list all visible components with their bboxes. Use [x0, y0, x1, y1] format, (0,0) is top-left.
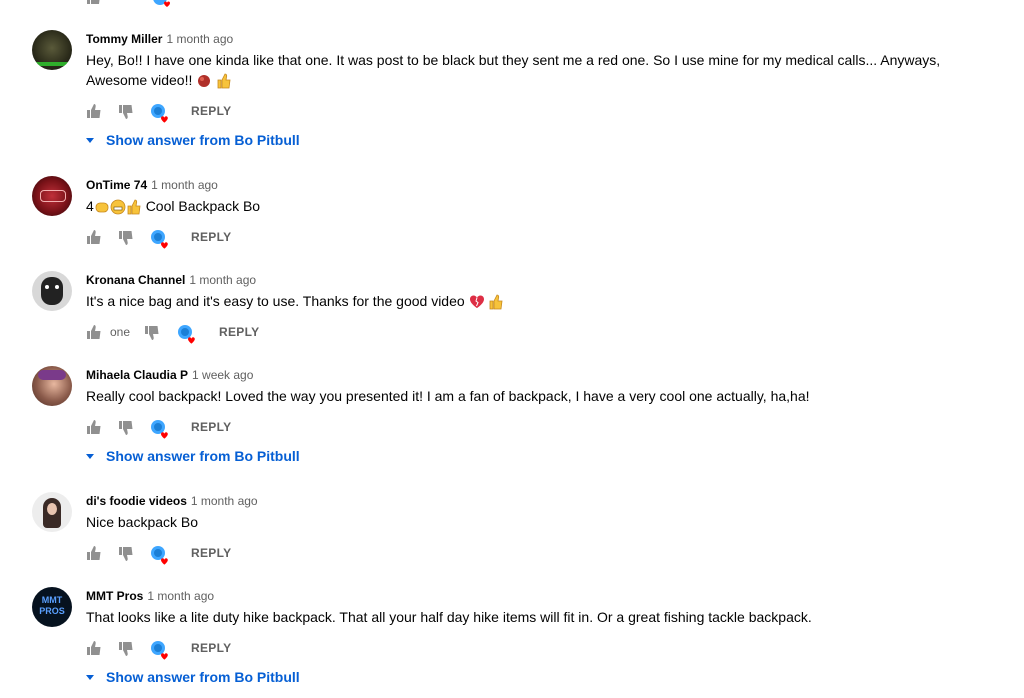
thumbs-up-emoji	[217, 73, 231, 89]
thumbs-up-emoji	[490, 294, 503, 310]
show-answers-button[interactable]: Show answer from Bo Pitbull	[86, 130, 300, 150]
comment-header: Tommy Miller 1 month ago	[86, 31, 233, 47]
thumb-up-icon[interactable]	[86, 229, 102, 245]
thumb-down-icon[interactable]	[118, 230, 134, 246]
like-count: one	[110, 325, 131, 339]
author-name[interactable]: MMT Pros	[86, 589, 143, 603]
creator-heart-icon	[178, 325, 195, 344]
author-name[interactable]: Kronana Channel	[86, 273, 185, 287]
comment-text: Hey, Bo!! I have one kinda like that one…	[86, 52, 941, 89]
thumb-down-icon[interactable]	[118, 641, 134, 657]
avatar-logo-text: MMT PROS	[39, 595, 65, 616]
thumb-up-icon[interactable]	[86, 103, 102, 119]
author-name[interactable]: OnTime 74	[86, 178, 147, 192]
reply-button[interactable]: REPLY	[219, 324, 259, 340]
avatar[interactable]: MMT PROS	[32, 587, 72, 627]
avatar[interactable]	[32, 271, 72, 311]
creator-heart-icon	[151, 641, 168, 660]
comment-header: di's foodie videos 1 month ago	[86, 493, 258, 509]
author-name[interactable]: Tommy Miller	[86, 32, 162, 46]
reply-button[interactable]: REPLY	[191, 640, 231, 656]
reply-button[interactable]: REPLY	[191, 419, 231, 435]
creator-heart-icon	[151, 104, 168, 123]
timestamp[interactable]: 1 month ago	[191, 494, 258, 508]
comment-text: It's a nice bag and it's easy to use. Th…	[86, 291, 966, 311]
timestamp[interactable]: 1 week ago	[192, 368, 253, 382]
creator-heart-icon	[151, 420, 168, 439]
comment-header: Mihaela Claudia P 1 week ago	[86, 367, 253, 383]
fist-emoji	[95, 202, 109, 213]
comment-text: That looks like a lite duty hike backpac…	[86, 609, 812, 625]
thumb-down-icon[interactable]	[118, 104, 134, 120]
thumb-up-icon[interactable]	[86, 640, 102, 656]
comment-header: Kronana Channel 1 month ago	[86, 272, 256, 288]
caret-down-icon	[86, 137, 94, 143]
thumb-down-icon[interactable]	[118, 420, 134, 436]
reply-button[interactable]: REPLY	[191, 229, 231, 245]
timestamp[interactable]: 1 month ago	[166, 32, 233, 46]
comment-header: OnTime 74 1 month ago	[86, 177, 218, 193]
creator-heart-icon	[153, 0, 170, 7]
comment-header: MMT Pros 1 month ago	[86, 588, 214, 604]
thumb-up-icon[interactable]	[86, 419, 102, 435]
show-answers-button[interactable]: Show answer from Bo Pitbull	[86, 667, 300, 687]
broken-heart-emoji	[469, 295, 484, 309]
author-name[interactable]: di's foodie videos	[86, 494, 187, 508]
author-name[interactable]: Mihaela Claudia P	[86, 368, 188, 382]
creator-heart-icon	[151, 230, 168, 249]
show-answers-button[interactable]: Show answer from Bo Pitbull	[86, 446, 300, 466]
thumbs-up-emoji	[127, 199, 141, 215]
avatar[interactable]	[32, 176, 72, 216]
creator-heart-icon	[151, 546, 168, 565]
reply-button[interactable]: REPLY	[191, 103, 231, 119]
thumb-up-icon[interactable]	[86, 324, 102, 340]
thumb-up-icon[interactable]	[86, 0, 102, 4]
comment-text: Nice backpack Bo	[86, 514, 199, 530]
timestamp[interactable]: 1 month ago	[151, 178, 218, 192]
avatar[interactable]	[32, 492, 72, 532]
avatar[interactable]	[32, 366, 72, 406]
timestamp[interactable]: 1 month ago	[147, 589, 214, 603]
timestamp[interactable]: 1 month ago	[189, 273, 256, 287]
thumb-down-icon[interactable]	[118, 546, 134, 562]
caret-down-icon	[86, 453, 94, 459]
sparkle-heart-emoji	[198, 75, 211, 88]
avatar[interactable]	[32, 30, 72, 70]
grimace-emoji	[110, 199, 126, 215]
thumb-up-icon[interactable]	[86, 545, 102, 561]
comment-text: 4 Cool Backpack Bo	[86, 198, 261, 215]
caret-down-icon	[86, 674, 94, 680]
thumb-down-icon[interactable]	[144, 325, 160, 341]
reply-button[interactable]: REPLY	[191, 545, 231, 561]
comment-text: Really cool backpack! Loved the way you …	[86, 388, 810, 404]
